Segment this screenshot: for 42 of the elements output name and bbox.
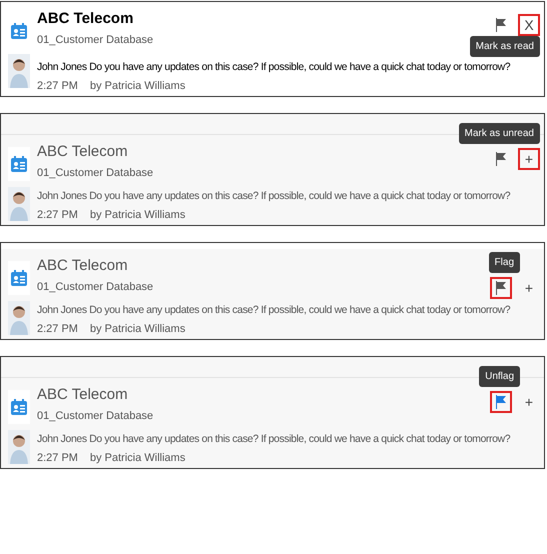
contact-card-icon	[11, 270, 27, 286]
message-text: John Jones Do you have any updates on this case? If possible, could we have a quick chat today or tomorrow?	[37, 190, 510, 202]
record-subtitle: 01_Customer Database	[37, 410, 154, 422]
flag-icon	[495, 281, 507, 295]
tooltip: Flag	[488, 252, 520, 273]
avatar-silhouette-icon	[8, 187, 30, 221]
read-toggle-button[interactable]: +	[518, 277, 540, 299]
tooltip: Mark as unread	[458, 123, 540, 144]
message-time: 2:27 PM	[37, 452, 78, 464]
tooltip: Mark as read	[470, 36, 540, 57]
account-title: ABC Telecom	[37, 143, 128, 160]
read-toggle-button[interactable]: +	[518, 148, 540, 170]
contact-card-icon	[11, 23, 27, 39]
message-text: John Jones Do you have any updates on this case? If possible, could we have a quick chat today or tomorrow?	[37, 61, 510, 73]
account-title: ABC Telecom	[37, 257, 128, 274]
flag-button[interactable]	[490, 277, 512, 299]
tooltip: Unflag	[479, 366, 520, 387]
flag-icon	[495, 395, 507, 409]
flag-button[interactable]	[490, 391, 512, 413]
avatar-silhouette-icon	[8, 430, 30, 464]
message-author: by Patricia Williams	[90, 80, 186, 92]
message-time: 2:27 PM	[37, 209, 78, 221]
message-author: by Patricia Williams	[90, 452, 186, 464]
read-toggle-button[interactable]: +	[518, 391, 540, 413]
account-title: ABC Telecom	[37, 386, 128, 403]
message-text: John Jones Do you have any updates on this case? If possible, could we have a quick chat today or tomorrow?	[37, 433, 510, 445]
read-toggle-button[interactable]: X	[518, 14, 540, 36]
avatar-silhouette-icon	[8, 54, 30, 88]
contact-card-icon	[11, 399, 27, 415]
flag-icon	[495, 18, 507, 32]
message-text: John Jones Do you have any updates on this case? If possible, could we have a quick chat today or tomorrow?	[37, 304, 510, 316]
message-author: by Patricia Williams	[90, 209, 186, 221]
flag-icon	[495, 152, 507, 166]
account-title: ABC Telecom	[37, 10, 134, 27]
record-subtitle: 01_Customer Database	[37, 281, 154, 293]
record-subtitle: 01_Customer Database	[37, 34, 154, 46]
avatar-silhouette-icon	[8, 301, 30, 335]
message-time: 2:27 PM	[37, 80, 78, 92]
contact-card-icon	[11, 156, 27, 172]
message-time: 2:27 PM	[37, 323, 78, 335]
record-subtitle: 01_Customer Database	[37, 167, 154, 179]
message-author: by Patricia Williams	[90, 323, 186, 335]
